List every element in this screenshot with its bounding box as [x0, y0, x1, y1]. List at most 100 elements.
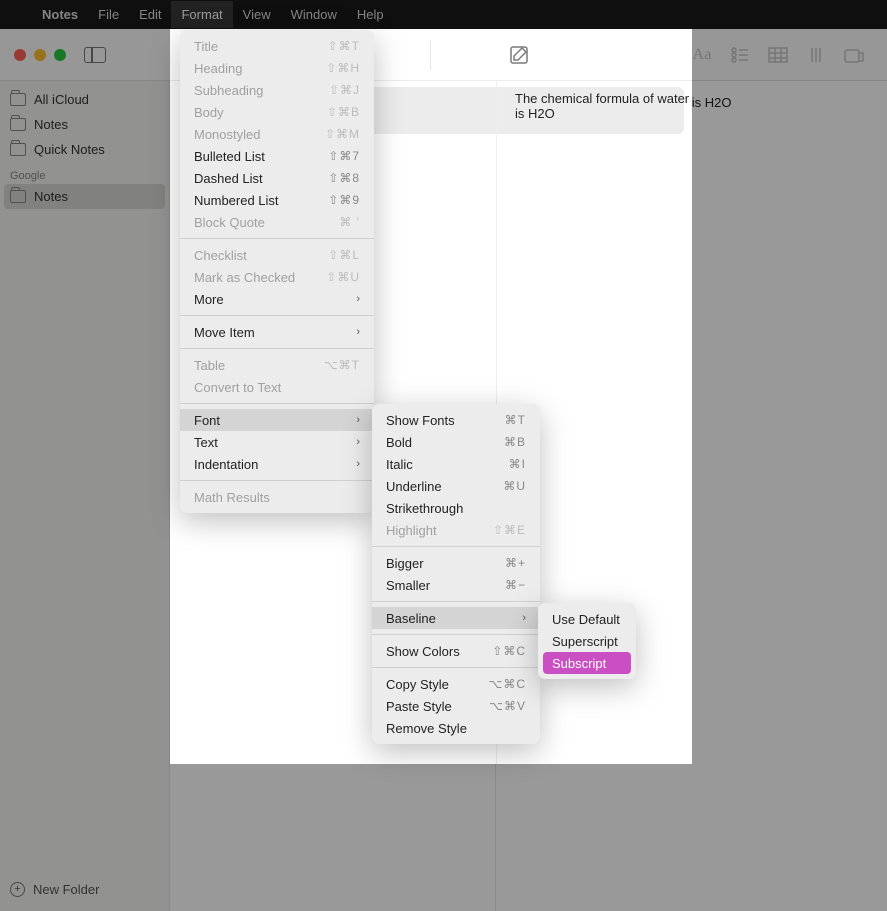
font-menu-item-bigger[interactable]: Bigger⌘+ — [372, 552, 540, 574]
menu-item-shortcut: ⇧⌘7 — [328, 149, 360, 163]
toolbar: Aa — [0, 29, 887, 81]
menu-separator — [372, 546, 540, 547]
share-button[interactable] — [835, 36, 873, 74]
chevron-right-icon: › — [356, 458, 360, 470]
menu-item-label: Smaller — [386, 578, 430, 593]
menu-separator — [180, 403, 374, 404]
table-button[interactable] — [759, 36, 797, 74]
menu-item-label: Indentation — [194, 457, 258, 472]
delete-note-button[interactable] — [427, 36, 465, 74]
new-folder-button[interactable]: +New Folder — [0, 874, 169, 905]
sidebar-item-label: Quick Notes — [34, 142, 105, 157]
format-menu-item-font[interactable]: Font› — [180, 409, 374, 431]
font-menu-item-italic[interactable]: Italic⌘I — [372, 453, 540, 475]
sidebar: All iCloud Notes Quick Notes Google Note… — [0, 81, 170, 911]
format-menu-item-convert-to-text: Convert to Text — [180, 376, 374, 398]
media-button[interactable] — [797, 36, 835, 74]
menu-separator — [180, 315, 374, 316]
format-menu-item-subheading: Subheading⇧⌘J — [180, 79, 374, 101]
menubar-file[interactable]: File — [88, 1, 129, 28]
new-note-button[interactable] — [465, 36, 503, 74]
font-menu-item-smaller[interactable]: Smaller⌘− — [372, 574, 540, 596]
format-menu-item-heading: Heading⇧⌘H — [180, 57, 374, 79]
chevron-right-icon: › — [356, 326, 360, 338]
baseline-menu-item-subscript[interactable]: Subscript — [543, 652, 631, 674]
format-menu-item-dashed-list[interactable]: Dashed List⇧⌘8 — [180, 167, 374, 189]
menu-item-shortcut: ⌘ ' — [339, 215, 360, 229]
format-menu-item-checklist: Checklist⇧⌘L — [180, 244, 374, 266]
format-menu-item-text[interactable]: Text› — [180, 431, 374, 453]
menu-item-label: Copy Style — [386, 677, 449, 692]
zoom-window-button[interactable] — [54, 49, 66, 61]
sidebar-item-label: All iCloud — [34, 92, 89, 107]
plus-circle-icon: + — [10, 882, 25, 897]
menu-item-label: Numbered List — [194, 193, 279, 208]
menu-item-label: Show Fonts — [386, 413, 455, 428]
format-menu-item-bulleted-list[interactable]: Bulleted List ⇧⌘7 — [180, 145, 374, 167]
baseline-menu-item-use-default[interactable]: Use Default — [538, 608, 636, 630]
format-aa-button[interactable]: Aa — [683, 36, 721, 74]
baseline-menu-item-superscript[interactable]: Superscript — [538, 630, 636, 652]
sidebar-item-all-icloud[interactable]: All iCloud — [0, 87, 169, 112]
folder-icon — [10, 93, 26, 106]
menu-item-label: Dashed List — [194, 171, 263, 186]
menu-item-shortcut: ⇧⌘E — [493, 523, 526, 537]
menu-separator — [372, 667, 540, 668]
font-menu-item-strikethrough[interactable]: Strikethrough — [372, 497, 540, 519]
font-menu-item-remove-style[interactable]: Remove Style — [372, 717, 540, 739]
menu-item-label: Bulleted List — [194, 149, 265, 164]
font-menu-item-bold[interactable]: Bold ⌘B — [372, 431, 540, 453]
menu-item-label: Text — [194, 435, 218, 450]
sidebar-item-label: Notes — [34, 117, 68, 132]
format-menu-item-more[interactable]: More › — [180, 288, 374, 310]
menu-item-label: Move Item — [194, 325, 255, 340]
font-menu-item-highlight: Highlight ⇧⌘E — [372, 519, 540, 541]
format-menu-item-numbered-list[interactable]: Numbered List ⇧⌘9 — [180, 189, 374, 211]
menu-item-shortcut: ⌥⌘C — [489, 677, 527, 691]
checklist-button[interactable] — [721, 36, 759, 74]
menubar-format[interactable]: Format — [171, 1, 232, 28]
menu-item-label: Math Results — [194, 490, 270, 505]
menubar-app[interactable]: Notes — [32, 1, 88, 28]
menu-separator — [180, 238, 374, 239]
menu-item-label: Bigger — [386, 556, 424, 571]
minimize-window-button[interactable] — [34, 49, 46, 61]
font-menu-item-copy-style[interactable]: Copy Style ⌥⌘C — [372, 673, 540, 695]
baseline-submenu: Use DefaultSuperscriptSubscript — [538, 603, 636, 679]
font-submenu: Show Fonts⌘T Bold ⌘B Italic⌘IUnderline⌘UStr… — [372, 404, 540, 744]
menu-item-label: Show Colors — [386, 644, 460, 659]
menu-item-label: More — [194, 292, 224, 307]
menu-item-label: Bold — [386, 435, 412, 450]
font-menu-item-baseline[interactable]: Baseline› — [372, 607, 540, 629]
font-menu-item-show-colors[interactable]: Show Colors⇧⌘C — [372, 640, 540, 662]
format-menu-item-table: Table⌥⌘T — [180, 354, 374, 376]
menubar: Notes File Edit Format View Window Help — [0, 0, 887, 29]
format-menu-item-move-item[interactable]: Move Item › — [180, 321, 374, 343]
font-menu-item-show-fonts[interactable]: Show Fonts⌘T — [372, 409, 540, 431]
menu-item-label: Italic — [386, 457, 413, 472]
menu-item-label: Heading — [194, 61, 242, 76]
menubar-window[interactable]: Window — [281, 1, 347, 28]
sidebar-toggle-icon[interactable] — [84, 47, 106, 63]
note-editor[interactable]: The chemical formula of water is H2O — [496, 81, 887, 911]
font-menu-item-underline[interactable]: Underline⌘U — [372, 475, 540, 497]
menubar-help[interactable]: Help — [347, 1, 394, 28]
close-window-button[interactable] — [14, 49, 26, 61]
menu-item-shortcut: ⌘B — [504, 435, 526, 449]
sidebar-item-quick-notes[interactable]: Quick Notes — [0, 137, 169, 162]
menu-item-label: Underline — [386, 479, 442, 494]
format-menu-item-indentation[interactable]: Indentation › — [180, 453, 374, 475]
chevron-right-icon: › — [356, 293, 360, 305]
menubar-edit[interactable]: Edit — [129, 1, 171, 28]
format-menu-item-title: Title⇧⌘T — [180, 35, 374, 57]
menu-item-label: Remove Style — [386, 721, 467, 736]
sidebar-item-notes[interactable]: Notes — [0, 112, 169, 137]
sidebar-item-google-notes[interactable]: Notes — [4, 184, 165, 209]
menubar-view[interactable]: View — [233, 1, 281, 28]
menu-item-label: Table — [194, 358, 225, 373]
menu-item-label: Highlight — [386, 523, 437, 538]
menu-item-shortcut: ⇧⌘9 — [328, 193, 360, 207]
menu-item-label: Checklist — [194, 248, 247, 263]
font-menu-item-paste-style[interactable]: Paste Style⌥⌘V — [372, 695, 540, 717]
folder-icon — [10, 143, 26, 156]
